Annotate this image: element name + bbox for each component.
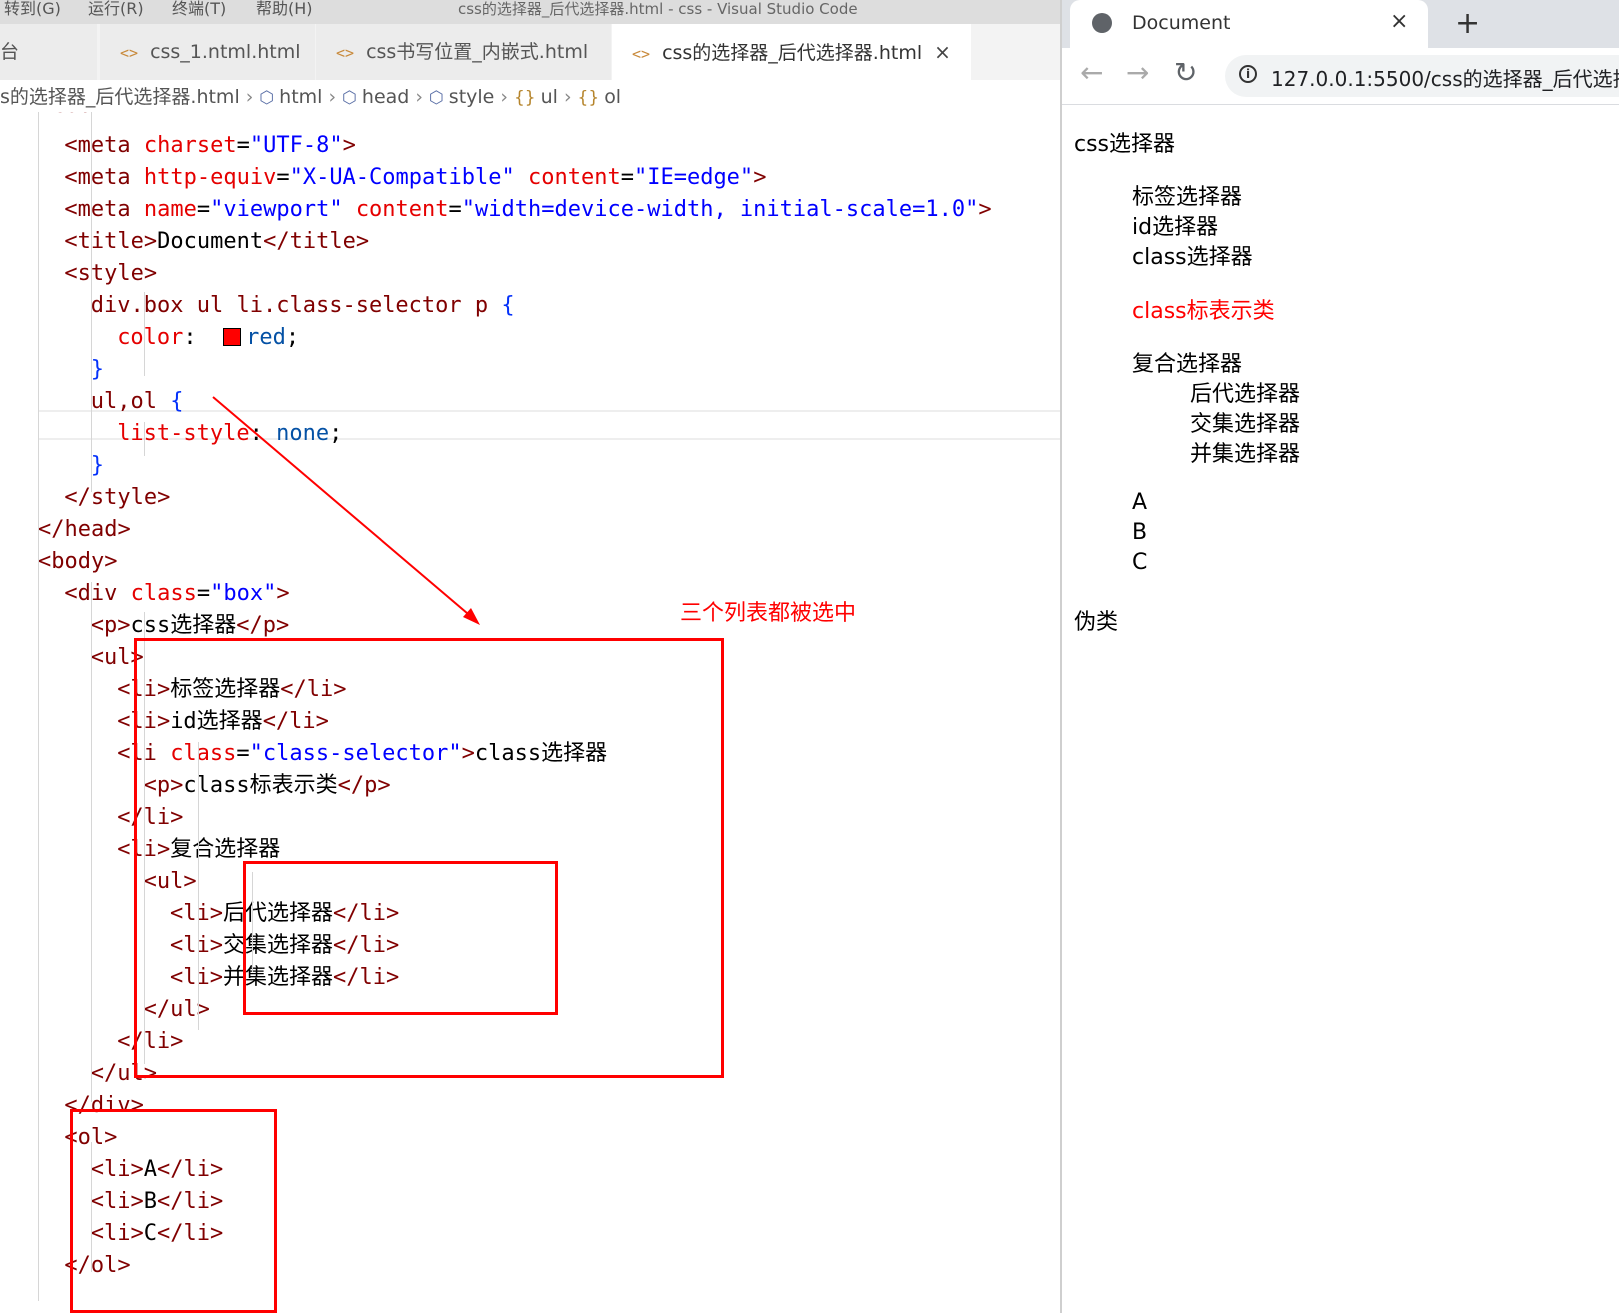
forward-arrow-icon[interactable]: → bbox=[1126, 56, 1149, 89]
reload-icon[interactable]: ↻ bbox=[1174, 56, 1197, 89]
ordered-list-item: A bbox=[1132, 490, 1148, 515]
globe-icon bbox=[1092, 13, 1112, 33]
info-icon[interactable]: i bbox=[1239, 65, 1257, 83]
browser-window: Document × + ← → ↻ i 127.0.0.1:5500/css的… bbox=[1060, 0, 1619, 1313]
list-item: class选择器 bbox=[1132, 245, 1253, 270]
list-item: id选择器 bbox=[1132, 215, 1219, 240]
annotation-arrow bbox=[212, 396, 480, 625]
vscode-window: 转到(G) 运行(R) 终端(T) 帮助(H) css的选择器_后代选择器.ht… bbox=[0, 0, 1060, 1313]
browser-tab-strip: Document × + bbox=[1062, 0, 1619, 48]
list-item: 复合选择器 bbox=[1132, 352, 1243, 377]
ordered-list-item: C bbox=[1132, 550, 1148, 575]
browser-tab-title: Document bbox=[1132, 12, 1231, 34]
close-icon[interactable]: × bbox=[1390, 9, 1408, 34]
nested-list-item: 交集选择器 bbox=[1190, 412, 1301, 437]
address-bar[interactable]: i 127.0.0.1:5500/css的选择器_后代选择器.html bbox=[1225, 55, 1619, 97]
list-item: 标签选择器 bbox=[1132, 185, 1243, 210]
new-tab-icon[interactable]: + bbox=[1455, 6, 1480, 41]
nested-list-item: 并集选择器 bbox=[1190, 442, 1301, 467]
page-paragraph: 伪类 bbox=[1074, 610, 1119, 635]
browser-tab[interactable]: Document × bbox=[1070, 0, 1428, 48]
nested-list-item: 后代选择器 bbox=[1190, 382, 1301, 407]
page-paragraph: css选择器 bbox=[1074, 132, 1176, 157]
back-arrow-icon[interactable]: ← bbox=[1080, 56, 1103, 89]
url-text: 127.0.0.1:5500/css的选择器_后代选择器.html bbox=[1271, 67, 1619, 91]
page-content: css选择器 标签选择器 id选择器 class选择器 class标表示类 复合… bbox=[1062, 104, 1619, 1313]
red-paragraph: class标表示类 bbox=[1132, 299, 1275, 324]
browser-toolbar: ← → ↻ i 127.0.0.1:5500/css的选择器_后代选择器.htm… bbox=[1062, 48, 1619, 105]
ordered-list-item: B bbox=[1132, 520, 1148, 545]
